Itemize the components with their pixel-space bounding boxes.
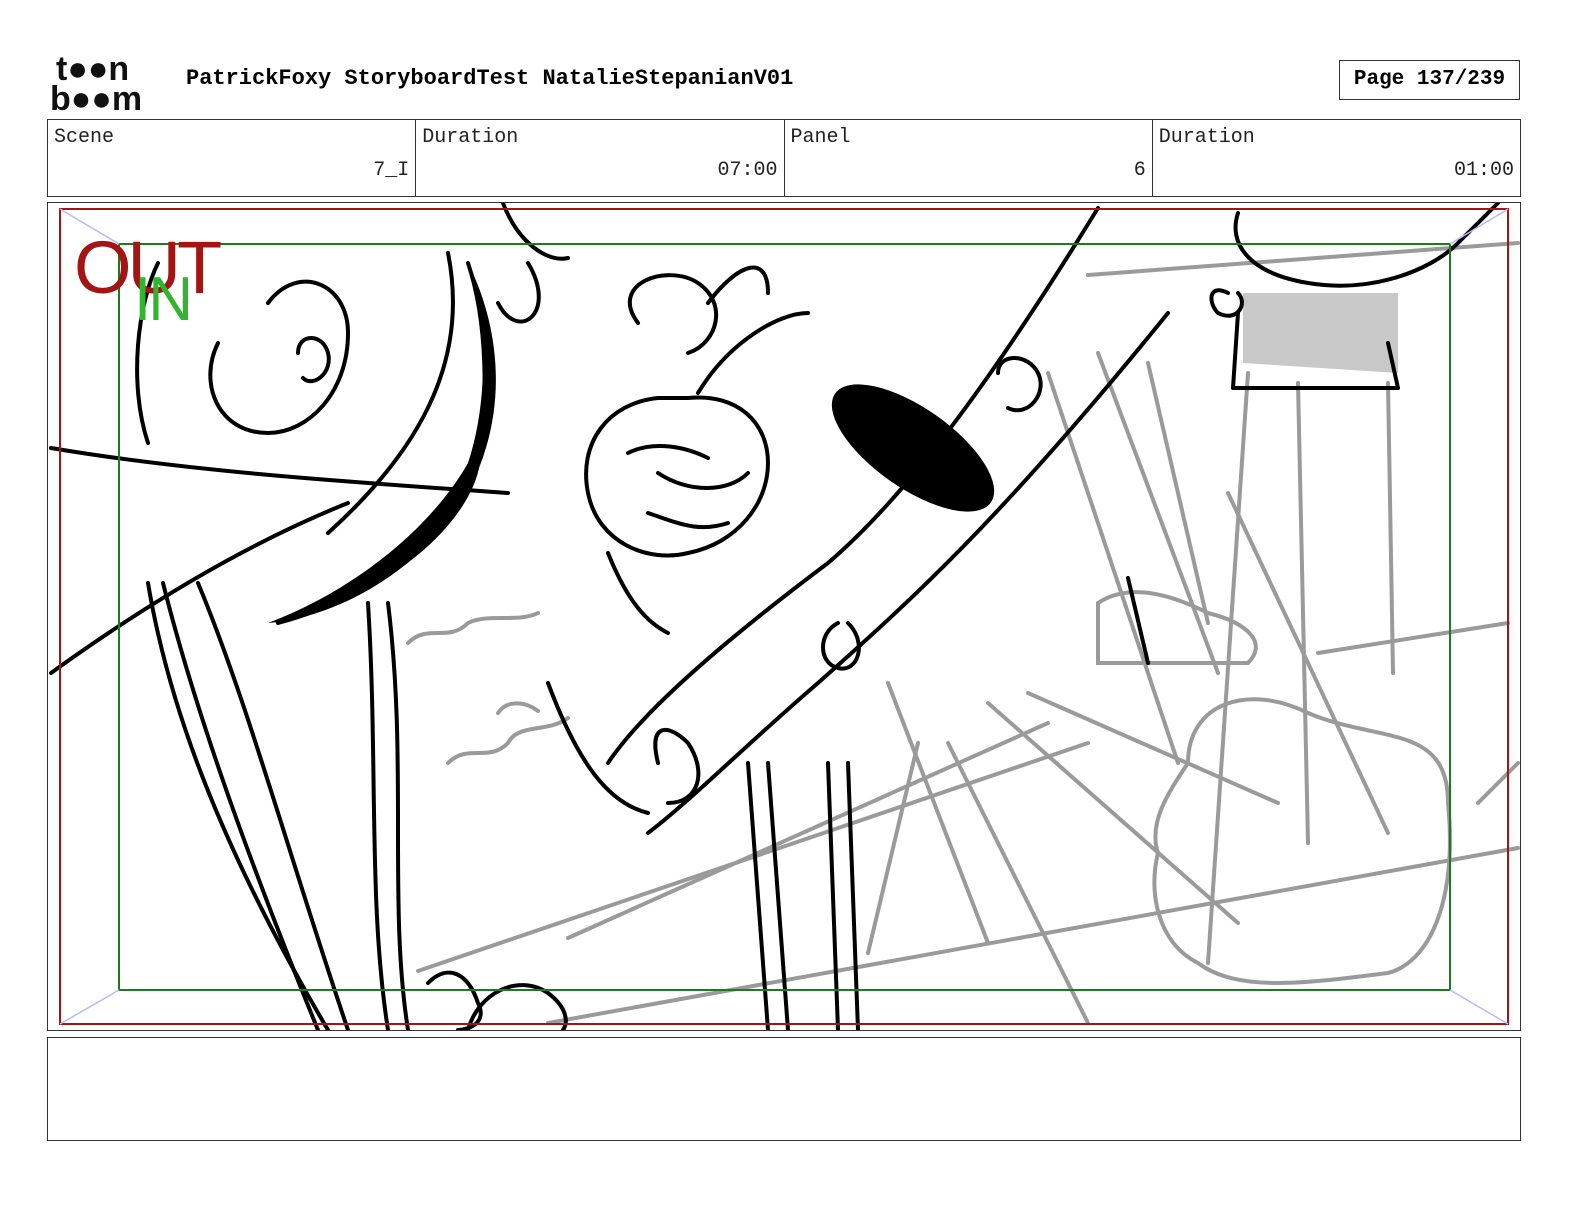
panel-cell: Panel 6 (783, 120, 1152, 196)
lamp-shade-fill (1243, 293, 1398, 373)
scene-value: 7_I (373, 159, 410, 182)
panel-duration-label: Duration (1158, 126, 1255, 149)
panel-duration-value: 01:00 (1453, 159, 1514, 182)
panel-sketch (49, 203, 1520, 1030)
panel-label: Panel (790, 126, 851, 149)
storyboard-panel: OUT IN (47, 202, 1521, 1031)
scene-label: Scene (54, 126, 115, 149)
scene-duration-cell: Duration 07:00 (415, 120, 783, 196)
project-title: PatrickFoxy StoryboardTest NatalieStepan… (186, 66, 794, 91)
panel-duration-cell: Duration 01:00 (1151, 120, 1520, 196)
panel-caption-box[interactable] (47, 1037, 1521, 1141)
logo-text-bottom: b●●m (50, 80, 142, 114)
scene-duration-label: Duration (422, 126, 519, 149)
page-number: Page 137/239 (1339, 60, 1520, 100)
telescope-lens-shape (831, 384, 995, 512)
curved-stroke-shape (268, 263, 496, 623)
toon-boom-logo: t●●n b●●m (50, 50, 142, 114)
panel-value: 6 (1133, 159, 1146, 182)
in-frame-label: IN (134, 265, 193, 334)
scene-duration-value: 07:00 (717, 159, 778, 182)
panel-info-table: Scene 7_I Duration 07:00 Panel 6 Duratio… (47, 119, 1521, 197)
scene-cell: Scene 7_I (48, 120, 415, 196)
